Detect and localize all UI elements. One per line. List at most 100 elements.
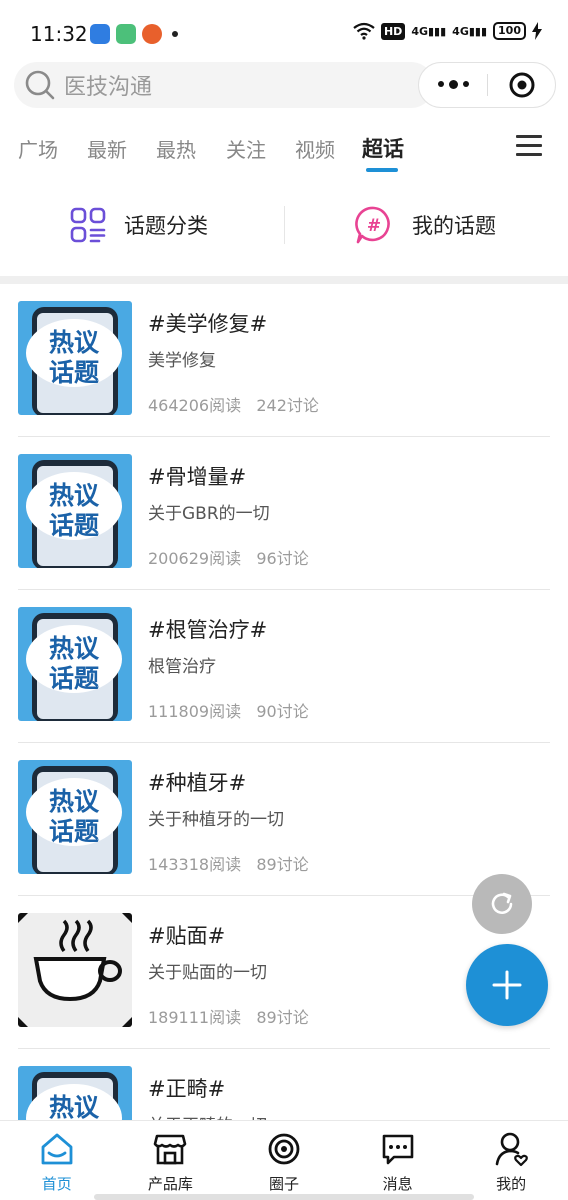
tab-hottest[interactable]: 最热 bbox=[156, 134, 196, 163]
svg-text:热议: 热议 bbox=[49, 328, 100, 357]
create-post-button[interactable] bbox=[466, 944, 548, 1026]
topic-title: #种植牙# bbox=[148, 771, 247, 795]
tab-plaza[interactable]: 广场 bbox=[18, 134, 58, 163]
nav-products-label: 产品库 bbox=[147, 1175, 193, 1193]
topic-stats: 464206阅读 242讨论 bbox=[148, 392, 319, 416]
svg-text:热议: 热议 bbox=[49, 787, 100, 816]
svg-text:话题: 话题 bbox=[49, 664, 99, 693]
svg-text:热议: 热议 bbox=[49, 634, 100, 663]
nav-profile-label: 我的 bbox=[496, 1175, 527, 1193]
topic-title: #贴面# bbox=[148, 924, 226, 948]
store-icon bbox=[154, 1134, 187, 1165]
wifi-icon bbox=[353, 22, 375, 40]
dot-icon bbox=[448, 80, 458, 89]
hot-topic-image: 热议 话题 bbox=[18, 301, 132, 415]
topic-description: 关于GBR的一切 bbox=[148, 504, 270, 524]
discussion-count: 89讨论 bbox=[256, 1008, 309, 1027]
read-count: 464206阅读 bbox=[148, 396, 242, 415]
refresh-icon bbox=[491, 892, 513, 914]
my-topics-label: 我的话题 bbox=[412, 214, 496, 238]
topic-title: #美学修复# bbox=[148, 312, 268, 336]
status-bar: 11:32 HD 4G▮▮▮ 4G▮▮▮ 100 bbox=[0, 0, 568, 64]
topic-item[interactable]: 热议 话题 #种植牙# 关于种植牙的一切 143318阅读 89讨论 bbox=[0, 743, 568, 896]
svg-text:话题: 话题 bbox=[49, 511, 99, 540]
svg-text:热议: 热议 bbox=[49, 1093, 100, 1120]
hot-topic-image: 热议 话题 bbox=[18, 454, 132, 568]
topic-thumbnail: 热议 话题 bbox=[18, 454, 132, 568]
message-icon bbox=[382, 1134, 413, 1165]
tab-bar: 广场 最新 最热 关注 视频 超话 bbox=[0, 126, 568, 176]
discussion-count: 242讨论 bbox=[256, 396, 319, 415]
read-count: 200629阅读 bbox=[148, 549, 242, 568]
nav-messages[interactable]: 消息 bbox=[341, 1121, 455, 1200]
more-options-button[interactable] bbox=[419, 80, 487, 89]
topic-item[interactable]: 热议 话题 #美学修复# 美学修复 464206阅读 242讨论 bbox=[0, 284, 568, 437]
more-notifications-icon bbox=[172, 31, 178, 37]
charging-icon bbox=[532, 22, 542, 40]
topic-description: 美学修复 bbox=[148, 351, 216, 371]
category-divider bbox=[284, 206, 285, 244]
system-icons: HD 4G▮▮▮ 4G▮▮▮ 100 bbox=[353, 22, 542, 40]
search-bar[interactable]: 医技沟通 bbox=[14, 62, 434, 108]
category-row: 话题分类 # 我的话题 bbox=[0, 188, 568, 262]
hd-badge: HD bbox=[380, 22, 406, 40]
android-app-icon bbox=[90, 24, 110, 44]
my-topics-button[interactable]: # 我的话题 bbox=[354, 188, 496, 262]
tab-following[interactable]: 关注 bbox=[226, 134, 266, 163]
tab-video[interactable]: 视频 bbox=[295, 134, 335, 163]
topic-item[interactable]: 热议 话题 #根管治疗# 根管治疗 111809阅读 90讨论 bbox=[0, 590, 568, 743]
topic-title: #骨增量# bbox=[148, 465, 247, 489]
nav-profile[interactable]: 我的 bbox=[454, 1121, 568, 1200]
coffee-cup-image bbox=[18, 913, 132, 1027]
battery-icon: 100 bbox=[493, 22, 526, 40]
svg-text:热议: 热议 bbox=[49, 481, 100, 510]
topic-description: 关于种植牙的一切 bbox=[148, 810, 284, 830]
circle-target-icon bbox=[268, 1133, 300, 1165]
topic-title: #正畸# bbox=[148, 1077, 226, 1101]
active-tab-indicator bbox=[366, 168, 398, 172]
topic-stats: 111809阅读 90讨论 bbox=[148, 698, 309, 722]
target-icon bbox=[509, 72, 534, 98]
home-icon bbox=[41, 1133, 73, 1165]
read-count: 111809阅读 bbox=[148, 702, 242, 721]
nav-circle-label: 圈子 bbox=[268, 1175, 299, 1193]
signal-1-icon: 4G▮▮▮ bbox=[411, 24, 447, 38]
read-count: 189111阅读 bbox=[148, 1008, 242, 1027]
section-separator bbox=[0, 276, 568, 284]
topic-category-button[interactable]: 话题分类 bbox=[70, 188, 208, 262]
search-placeholder: 医技沟通 bbox=[64, 75, 153, 100]
nav-products[interactable]: 产品库 bbox=[114, 1121, 228, 1200]
topic-category-label: 话题分类 bbox=[124, 214, 208, 238]
hot-topic-image: 热议 话题 bbox=[18, 760, 132, 874]
nav-circle[interactable]: 圈子 bbox=[227, 1121, 341, 1200]
svg-text:话题: 话题 bbox=[49, 817, 99, 846]
refresh-button[interactable] bbox=[472, 874, 532, 934]
topic-stats: 189111阅读 89讨论 bbox=[148, 1004, 309, 1028]
topic-description: 关于贴面的一切 bbox=[148, 963, 267, 983]
topic-stats: 143318阅读 89讨论 bbox=[148, 851, 309, 875]
bug-app-icon bbox=[142, 24, 162, 44]
close-miniprogram-button[interactable] bbox=[488, 71, 555, 99]
hot-topic-image: 热议 话题 bbox=[18, 607, 132, 721]
dot-icon bbox=[462, 81, 469, 87]
category-grid-icon bbox=[70, 207, 106, 243]
tab-super-topic[interactable]: 超话 bbox=[362, 133, 404, 163]
menu-icon[interactable] bbox=[516, 135, 542, 157]
topic-thumbnail: 热议 话题 bbox=[18, 760, 132, 874]
signal-2-icon: 4G▮▮▮ bbox=[452, 24, 488, 38]
svg-text:#: # bbox=[367, 216, 381, 236]
topic-description: 根管治疗 bbox=[148, 657, 216, 677]
hot-topic-image: 热议 话题 bbox=[18, 1066, 132, 1120]
tab-latest[interactable]: 最新 bbox=[87, 134, 127, 163]
nav-home[interactable]: 首页 bbox=[0, 1121, 114, 1200]
topic-thumbnail bbox=[18, 913, 132, 1027]
discussion-count: 96讨论 bbox=[256, 549, 309, 568]
topic-item[interactable]: 热议 话题 #正畸# 关于正畸的一切 bbox=[0, 1049, 568, 1120]
topic-description: 关于正畸的一切 bbox=[148, 1111, 267, 1120]
topic-item[interactable]: 热议 话题 #骨增量# 关于GBR的一切 200629阅读 96讨论 bbox=[0, 437, 568, 590]
home-indicator bbox=[94, 1194, 474, 1200]
nav-messages-label: 消息 bbox=[382, 1175, 413, 1193]
profile-icon bbox=[495, 1132, 529, 1167]
dot-icon bbox=[437, 81, 444, 87]
topic-thumbnail: 热议 话题 bbox=[18, 1066, 132, 1120]
